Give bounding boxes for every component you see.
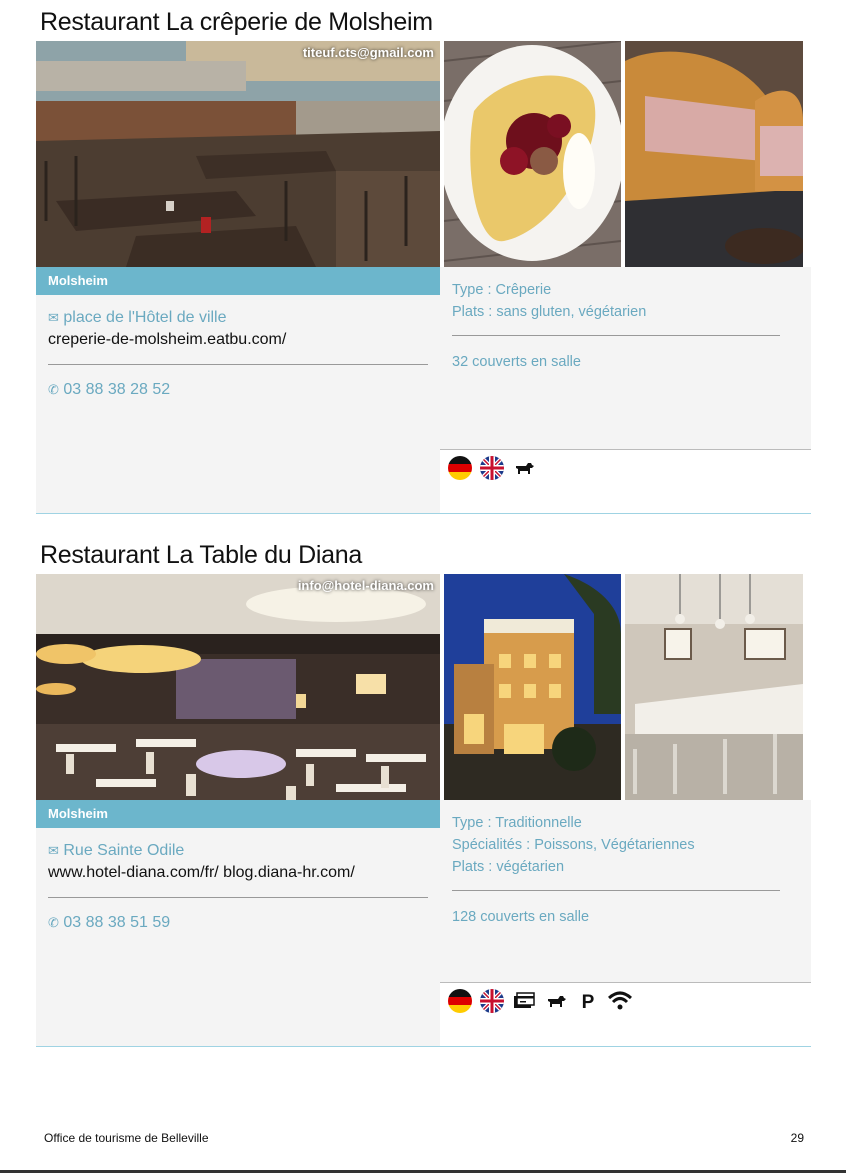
phone-icon: ✆ <box>48 382 59 397</box>
wifi-icon <box>608 991 632 1010</box>
info-type: Type : Crêperie <box>452 282 552 298</box>
info-panel: Type : Crêperie Plats : sans gluten, vég… <box>440 267 811 449</box>
capacity-text: 32 couverts en salle <box>452 354 581 370</box>
footer-office: Office de tourisme de Belleville <box>44 1131 209 1145</box>
address-text: place de l'Hôtel de ville <box>63 309 227 326</box>
address-line: ✉ place de l'Hôtel de ville <box>48 309 227 327</box>
email-label[interactable]: titeuf.cts@gmail.com <box>303 45 434 60</box>
town-bar: Molsheim <box>36 267 440 295</box>
dog-icon <box>516 463 534 474</box>
info-dishes: Plats : végétarien <box>452 859 565 875</box>
german-flag-icon <box>448 456 472 480</box>
website-link[interactable]: creperie-de-molsheim.eatbu.com/ <box>48 331 286 349</box>
divider <box>452 335 780 336</box>
info-type: Type : Traditionnelle <box>452 815 582 831</box>
divider <box>48 364 428 365</box>
parking-icon: P <box>582 992 595 1013</box>
dining-room-photo: info@hotel-diana.com <box>36 574 440 800</box>
dog-icon <box>548 996 566 1007</box>
page-number: 29 <box>790 1131 804 1145</box>
crepe-photo <box>444 41 621 267</box>
phone-line: ✆ 03 88 38 51 59 <box>48 914 170 932</box>
credit-card-icon <box>514 992 535 1008</box>
email-label[interactable]: info@hotel-diana.com <box>298 578 434 593</box>
capacity-text: 128 couverts en salle <box>452 909 590 925</box>
restaurant-entry-2: Restaurant La Table du Diana info@hotel-… <box>36 541 811 1048</box>
website-link[interactable]: www.hotel-diana.com/fr/ blog.diana-hr.co… <box>48 864 355 882</box>
amenities-bar <box>440 449 811 515</box>
address-line: ✉ Rue Sainte Odile <box>48 842 184 860</box>
uk-flag-icon <box>480 989 504 1013</box>
restaurant-title: Restaurant La Table du Diana <box>40 541 362 569</box>
town-bar: Molsheim <box>36 800 440 828</box>
phone-icon: ✆ <box>48 915 59 930</box>
restaurant-entry-1: Restaurant La crêperie de Molsheim titeu… <box>36 8 811 515</box>
info-panel: Type : Traditionnelle Spécialités : Pois… <box>440 800 811 982</box>
divider <box>48 897 428 898</box>
info-dishes: Plats : sans gluten, végétarien <box>452 304 647 320</box>
phone-line: ✆ 03 88 38 28 52 <box>48 381 170 399</box>
envelope-icon: ✉ <box>48 310 59 325</box>
terrace-photo: titeuf.cts@gmail.com <box>36 41 440 267</box>
phone-number[interactable]: 03 88 38 51 59 <box>63 914 170 931</box>
amenities-bar: P <box>440 982 811 1048</box>
entry-separator <box>36 513 811 514</box>
envelope-icon: ✉ <box>48 843 59 858</box>
hotel-exterior-photo <box>444 574 621 800</box>
banquet-room-photo <box>625 574 803 800</box>
contact-panel: Molsheim ✉ Rue Sainte Odile www.hotel-di… <box>36 800 440 1047</box>
divider <box>452 890 780 891</box>
address-text: Rue Sainte Odile <box>63 842 185 859</box>
info-specialties: Spécialités : Poissons, Végétariennes <box>452 837 695 853</box>
uk-flag-icon <box>480 456 504 480</box>
restaurant-title: Restaurant La crêperie de Molsheim <box>40 8 433 36</box>
svg-text:P: P <box>582 992 595 1013</box>
phone-number[interactable]: 03 88 38 28 52 <box>63 381 170 398</box>
german-flag-icon <box>448 989 472 1013</box>
contact-panel: Molsheim ✉ place de l'Hôtel de ville cre… <box>36 267 440 514</box>
entry-separator <box>36 1046 811 1047</box>
pie-photo <box>625 41 803 267</box>
